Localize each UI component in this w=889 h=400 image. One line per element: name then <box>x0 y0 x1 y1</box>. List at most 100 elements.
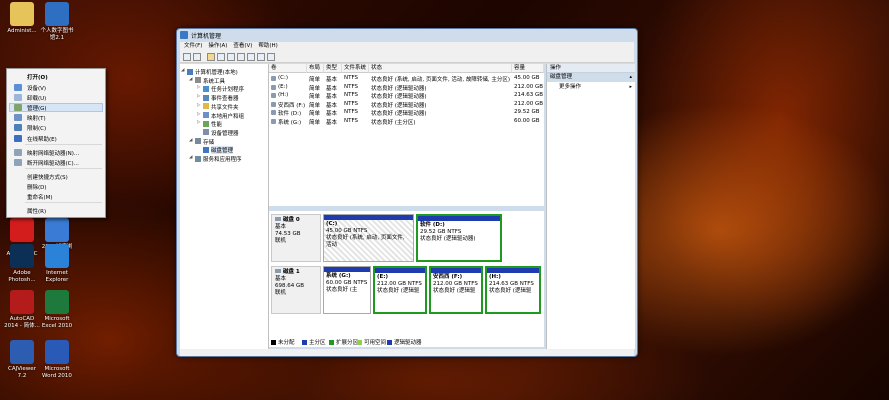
expand-arrow-icon[interactable]: ▷ <box>197 85 200 90</box>
partition[interactable]: (E:) 212.00 GB NTFS 状态良好 (逻辑驱 <box>373 266 427 314</box>
task-scheduler-icon <box>203 85 209 92</box>
tree-item[interactable]: 任务计划程序 <box>211 85 244 93</box>
desktop-icon-excel[interactable]: Microsoft Excel 2010 <box>37 290 77 329</box>
folder-up-icon[interactable] <box>207 53 215 61</box>
context-menu-item[interactable]: 限制(C) <box>27 124 46 132</box>
context-menu-item[interactable]: 重命名(M) <box>27 193 53 201</box>
expand-arrow-icon[interactable]: ◢ <box>181 68 184 73</box>
desktop-icon-cajviewer[interactable]: CAJViewer 7.2 <box>2 340 42 379</box>
col-header-volume[interactable]: 卷 <box>269 64 307 73</box>
view-icon[interactable] <box>247 53 255 61</box>
col-header-type[interactable]: 类型 <box>324 64 342 73</box>
volume-cell-size: 212.00 GB <box>514 100 544 107</box>
disk-size-text: 74.53 GB <box>275 231 301 237</box>
desktop-icon-word[interactable]: Microsoft Word 2010 <box>37 340 77 379</box>
context-menu-item[interactable]: 创建快捷方式(S) <box>27 173 68 181</box>
partition-title: (E:) <box>377 274 388 280</box>
tree-item[interactable]: 系统工具 <box>203 77 225 85</box>
tree-item[interactable]: 存储 <box>203 138 214 146</box>
context-menu-item[interactable]: 映射网络驱动器(N)... <box>27 149 79 157</box>
context-menu-item[interactable]: 在线帮助(E) <box>27 135 57 143</box>
partition-size: 29.52 GB NTFS <box>420 229 462 235</box>
expand-arrow-icon[interactable]: ▷ <box>197 112 200 117</box>
context-menu-item[interactable]: 属性(R) <box>27 207 46 215</box>
context-menu-item[interactable]: 映射(T) <box>27 114 46 122</box>
volume-cell-status: 状态良好 (主分区) <box>371 119 416 126</box>
properties-icon[interactable] <box>227 53 235 61</box>
legend: 未分配 主分区 扩展分区 可用空间 逻辑驱动器 <box>269 335 544 347</box>
volume-row[interactable]: 软件 (D:) 简单 基本 NTFS 状态良好 (逻辑驱动器) 29.52 GB <box>269 109 544 117</box>
chevron-right-icon: ▸ <box>629 84 632 90</box>
shared-folder-icon <box>203 103 209 110</box>
desktop-icon-label: Administ... <box>7 28 37 34</box>
col-header-fs[interactable]: 文件系统 <box>342 64 369 73</box>
tree-item[interactable]: 共享文件夹 <box>211 103 239 111</box>
tree-item[interactable]: 设备管理器 <box>211 129 239 137</box>
expand-arrow-icon[interactable]: ◢ <box>189 155 192 160</box>
disk-type: 基本 <box>275 224 317 231</box>
expand-arrow-icon[interactable]: ◢ <box>189 138 192 143</box>
expand-arrow-icon[interactable]: ▷ <box>197 103 200 108</box>
col-header-status[interactable]: 状态 <box>369 64 512 73</box>
event-viewer-icon <box>203 94 209 101</box>
volume-row[interactable]: (H:) 简单 基本 NTFS 状态良好 (逻辑驱动器) 214.63 GB <box>269 92 544 100</box>
list-icon[interactable] <box>257 53 265 61</box>
help-icon[interactable] <box>237 53 245 61</box>
volume-row[interactable]: 系统 (G:) 简单 基本 NTFS 状态良好 (主分区) 60.00 GB <box>269 118 544 126</box>
expand-arrow-icon[interactable]: ◢ <box>189 77 192 82</box>
disk-name: 磁盘 1 <box>275 269 317 276</box>
menu-action[interactable]: 操作(A) <box>208 42 227 51</box>
context-menu-item[interactable]: 管理(G) <box>27 104 47 112</box>
volume-row[interactable]: 安西西 (F:) 简单 基本 NTFS 状态良好 (逻辑驱动器) 212.00 GB <box>269 101 544 109</box>
menu-help[interactable]: 帮助(H) <box>258 42 277 51</box>
partition[interactable]: (C:) 45.00 GB NTFS 状态良好 (系统, 启动, 页面文件, 活动 <box>323 214 414 262</box>
legend-swatch <box>387 340 392 345</box>
volume-row[interactable]: (E:) 简单 基本 NTFS 状态良好 (逻辑驱动器) 212.00 GB <box>269 84 544 92</box>
partition[interactable]: (H:) 214.63 GB NTFS 状态良好 (逻辑驱 <box>485 266 541 314</box>
partition[interactable]: 软件 (D:) 29.52 GB NTFS 状态良好 (逻辑驱动器) <box>416 214 502 262</box>
col-header-size[interactable]: 容量 <box>512 64 544 73</box>
partition-status: 状态良好 (逻辑驱 <box>433 288 476 294</box>
desktop-icon-ie[interactable]: Internet Explorer <box>37 244 77 283</box>
toolbar <box>180 51 634 63</box>
partition[interactable]: 安西西 (F:) 212.00 GB NTFS 状态良好 (逻辑驱 <box>429 266 483 314</box>
context-menu-item[interactable]: 断开网络驱动器(C)... <box>27 159 79 167</box>
volume-cell-type: 基本 <box>326 102 338 109</box>
tree-item[interactable]: 事件查看器 <box>211 94 239 102</box>
context-menu-item[interactable]: 设备(V) <box>27 84 46 92</box>
browser-2345-icon <box>45 218 69 242</box>
drive-icon <box>271 110 276 115</box>
volume-cell-name: 系统 (G:) <box>278 119 302 126</box>
tree-item[interactable]: 服务和应用程序 <box>203 155 242 163</box>
context-menu-item[interactable]: 卸载(U) <box>27 94 46 102</box>
tree-item[interactable]: 本地用户和组 <box>211 112 244 120</box>
context-menu-item[interactable]: 打开(O) <box>27 73 48 81</box>
volume-row[interactable]: (C:) 简单 基本 NTFS 状态良好 (系统, 启动, 页面文件, 活动, 故障转储… <box>269 75 544 83</box>
menu-view[interactable]: 查看(V) <box>233 42 252 51</box>
forward-icon[interactable] <box>193 53 201 61</box>
desktop-icon-autocad[interactable]: AutoCAD 2014 - 简体... <box>2 290 42 329</box>
menu-file[interactable]: 文件(F) <box>184 42 202 51</box>
desktop-icon-photoshop[interactable]: Adobe Photosh... <box>2 244 42 283</box>
volume-cell-status: 状态良好 (逻辑驱动器) <box>371 85 427 92</box>
col-header-layout[interactable]: 布局 <box>307 64 324 73</box>
cajviewer-icon <box>10 340 34 364</box>
tree-item[interactable]: 计算机管理(本地) <box>195 68 238 76</box>
more-actions[interactable]: 更多操作 <box>547 83 635 92</box>
detail-icon[interactable] <box>267 53 275 61</box>
tree-item[interactable]: 性能 <box>211 120 222 128</box>
show-tree-icon[interactable] <box>217 53 225 61</box>
autocad-icon <box>10 290 34 314</box>
expand-arrow-icon[interactable]: ▷ <box>197 94 200 99</box>
partition[interactable]: 系统 (G:) 60.00 GB NTFS 状态良好 (主 <box>323 266 371 314</box>
context-menu-item[interactable]: 删除(D) <box>27 183 47 191</box>
disk-state: 联机 <box>275 290 317 297</box>
desktop-icon-library[interactable]: 个人数字图书 馆2.1 <box>37 2 77 41</box>
actions-section[interactable]: 磁盘管理 <box>547 73 635 82</box>
title-bar[interactable]: 计算机管理 <box>177 29 637 41</box>
desktop-icon-folder-user[interactable]: Administ... <box>2 2 42 35</box>
tree-item[interactable]: 磁盘管理 <box>211 146 234 155</box>
expand-arrow-icon[interactable]: ▷ <box>197 120 200 125</box>
desktop-icon-label: Microsoft Excel 2010 <box>41 316 73 329</box>
back-icon[interactable] <box>183 53 191 61</box>
